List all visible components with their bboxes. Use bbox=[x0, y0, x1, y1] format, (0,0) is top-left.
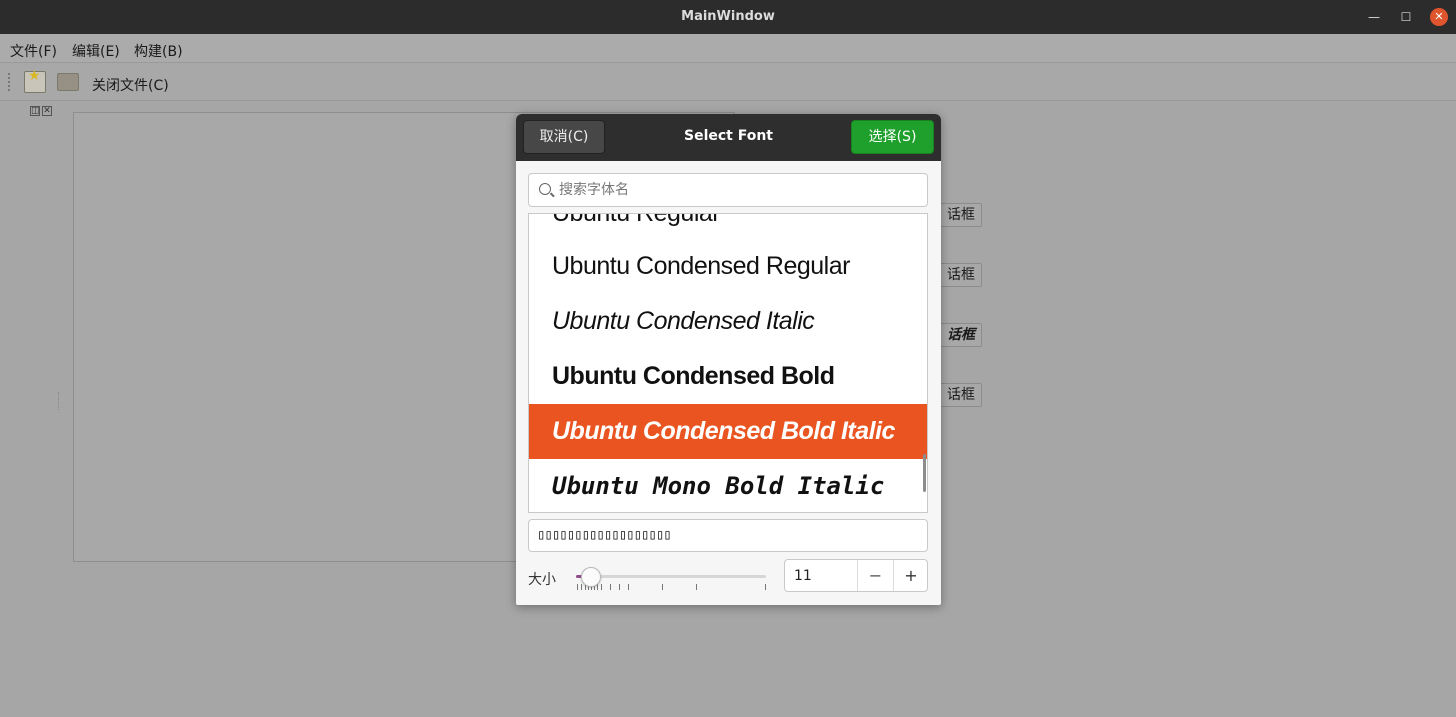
font-list-item[interactable]: Ubuntu Condensed Italic bbox=[529, 294, 927, 349]
font-list-item[interactable]: Ubuntu Regular bbox=[529, 214, 927, 241]
slider-track bbox=[576, 575, 766, 578]
increase-size-button[interactable]: + bbox=[893, 560, 928, 591]
maximize-button[interactable]: ☐ bbox=[1397, 8, 1415, 26]
slider-tick bbox=[601, 584, 602, 590]
menu-bar: 文件(F) 编辑(E) 构建(B) bbox=[0, 34, 1456, 63]
size-spinbox: 11 − + bbox=[784, 559, 928, 592]
slider-tick bbox=[765, 584, 766, 590]
minimize-button[interactable]: — bbox=[1365, 8, 1383, 26]
slider-tick bbox=[662, 584, 663, 590]
slider-tick bbox=[696, 584, 697, 590]
font-preview[interactable]: ▯▯▯▯▯▯▯▯▯▯▯▯▯▯▯▯▯▯ bbox=[528, 519, 928, 552]
font-list-item[interactable]: Ubuntu Condensed Regular bbox=[529, 239, 927, 294]
splitter-handle[interactable] bbox=[58, 392, 60, 410]
search-icon bbox=[539, 183, 551, 195]
dialog-header: 取消(C) Select Font 选择(S) bbox=[516, 114, 941, 161]
close-file-button[interactable]: 关闭文件(C) bbox=[92, 75, 169, 95]
dock-float-icon[interactable]: ◫ bbox=[30, 106, 40, 116]
menu-file[interactable]: 文件(F) bbox=[10, 41, 57, 61]
slider-tick bbox=[581, 584, 582, 590]
dock-controls: ◫ ✕ bbox=[30, 106, 54, 116]
open-folder-icon[interactable] bbox=[57, 73, 79, 91]
dock-close-icon[interactable]: ✕ bbox=[42, 106, 52, 116]
toolbar-grip[interactable] bbox=[8, 73, 12, 91]
font-search-box[interactable] bbox=[528, 173, 928, 207]
menu-build[interactable]: 构建(B) bbox=[134, 41, 183, 61]
close-button[interactable]: ✕ bbox=[1430, 8, 1448, 26]
font-search-input[interactable] bbox=[559, 180, 919, 200]
toolbar: 关闭文件(C) bbox=[0, 63, 1456, 101]
title-bar: MainWindow — ☐ ✕ bbox=[0, 0, 1456, 34]
font-list-scrollbar[interactable] bbox=[923, 454, 926, 492]
window-title: MainWindow bbox=[681, 9, 775, 24]
size-slider[interactable] bbox=[576, 566, 768, 596]
size-label: 大小 bbox=[528, 572, 556, 588]
slider-tick bbox=[628, 584, 629, 590]
slider-tick bbox=[619, 584, 620, 590]
select-button[interactable]: 选择(S) bbox=[851, 120, 934, 154]
slider-tick bbox=[577, 584, 578, 590]
size-input[interactable]: 11 bbox=[794, 568, 812, 584]
font-list-item[interactable]: Ubuntu Condensed Bold bbox=[529, 349, 927, 404]
font-list[interactable]: Ubuntu Regular Ubuntu Condensed Regular … bbox=[528, 213, 928, 513]
decrease-size-button[interactable]: − bbox=[857, 560, 893, 591]
slider-tick bbox=[610, 584, 611, 590]
menu-edit[interactable]: 编辑(E) bbox=[72, 41, 120, 61]
font-list-item[interactable]: Ubuntu Mono Bold Italic bbox=[529, 459, 927, 512]
font-dialog: 取消(C) Select Font 选择(S) Ubuntu Regular U… bbox=[516, 114, 941, 605]
slider-handle[interactable] bbox=[581, 567, 601, 587]
font-list-item-selected[interactable]: Ubuntu Condensed Bold Italic bbox=[529, 404, 927, 459]
new-file-icon[interactable] bbox=[24, 68, 46, 93]
